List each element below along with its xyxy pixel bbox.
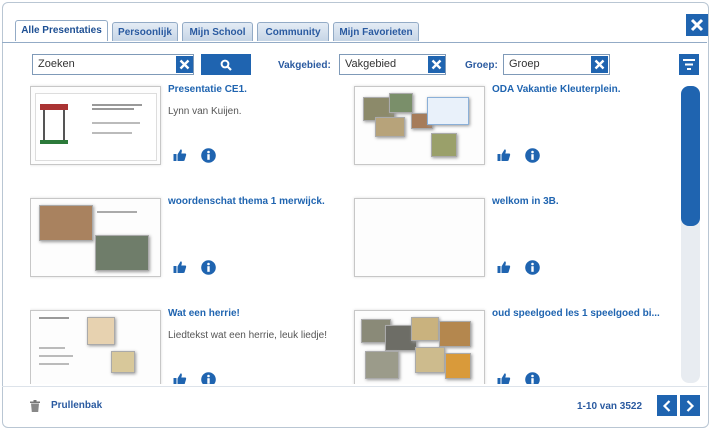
info-button[interactable] [524,371,540,384]
info-icon [200,371,216,384]
clear-icon [594,59,605,70]
next-page-button[interactable] [680,395,700,416]
tab-community[interactable]: Community [257,22,329,41]
like-button[interactable] [172,371,188,384]
thumbs-up-icon [497,149,511,161]
list-item[interactable]: woordenschat thema 1 merwijck. [30,194,352,306]
clear-groep-button[interactable] [591,56,608,73]
list-item[interactable]: Presentatie CE1. Lynn van Kuijen. [30,82,352,194]
close-button[interactable] [686,14,708,36]
thumbnail[interactable] [354,310,485,384]
presentation-list: Presentatie CE1. Lynn van Kuijen. ODA Va… [30,82,672,384]
like-button[interactable] [496,371,512,384]
like-button[interactable] [496,259,512,275]
list-item[interactable]: ODA Vakantie Kleuterplein. [354,82,672,194]
like-button[interactable] [496,147,512,163]
thumbnail[interactable] [354,86,485,165]
tab-persoonlijk[interactable]: Persoonlijk [112,22,178,41]
info-icon [524,259,540,275]
search-input[interactable]: Zoeken [32,54,194,75]
thumbnail[interactable] [30,310,161,384]
info-icon [524,371,540,384]
thumbnail[interactable] [354,198,485,277]
item-description: Liedtekst wat een herrie, leuk liedje! [168,330,327,341]
clear-icon [179,59,190,70]
item-title[interactable]: oud speelgoed les 1 speelgoed bi... [492,308,672,320]
info-icon [200,259,216,275]
groep-label: Groep: [465,60,498,71]
close-icon [690,18,704,32]
info-icon [200,147,216,163]
list-item[interactable]: welkom in 3B. [354,194,672,306]
info-button[interactable] [524,259,540,275]
list-item[interactable]: oud speelgoed les 1 speelgoed bi... [354,306,672,384]
tab-mijn-school[interactable]: Mijn School [182,22,253,41]
footer-divider [2,386,707,387]
item-title[interactable]: woordenschat thema 1 merwijck. [168,196,348,208]
vakgebied-label: Vakgebied: [278,60,331,71]
info-button[interactable] [524,147,540,163]
chevron-right-icon [686,399,695,412]
info-button[interactable] [200,147,216,163]
scrollbar-thumb[interactable] [681,86,700,226]
pagination-info: 1-10 van 3522 [577,401,643,412]
tab-mijn-favorieten[interactable]: Mijn Favorieten [333,22,419,41]
prev-page-button[interactable] [657,395,677,416]
menu-button[interactable] [679,54,699,75]
info-button[interactable] [200,259,216,275]
info-button[interactable] [200,371,216,384]
menu-icon [683,59,695,70]
thumbnail[interactable] [30,198,161,277]
thumbs-up-icon [173,373,187,384]
search-button[interactable] [201,54,251,75]
trash-link[interactable]: Prullenbak [51,400,102,411]
item-title[interactable]: ODA Vakantie Kleuterplein. [492,84,672,96]
tab-alle-presentaties[interactable]: Alle Presentaties [15,20,108,41]
thumbs-up-icon [497,373,511,384]
tab-divider [2,42,707,43]
item-title[interactable]: Wat een herrie! [168,308,348,320]
scrollbar-track[interactable] [681,86,700,383]
search-icon [220,59,232,71]
clear-icon [431,59,442,70]
thumbs-up-icon [173,149,187,161]
clear-vakgebied-button[interactable] [428,56,445,73]
trash-icon[interactable] [30,399,40,417]
thumbs-up-icon [497,261,511,273]
item-title[interactable]: welkom in 3B. [492,196,672,208]
like-button[interactable] [172,259,188,275]
clear-search-button[interactable] [176,56,193,73]
chevron-left-icon [662,399,671,412]
item-title[interactable]: Presentatie CE1. [168,84,348,96]
item-description: Lynn van Kuijen. [168,106,242,117]
like-button[interactable] [172,147,188,163]
thumbs-up-icon [173,261,187,273]
info-icon [524,147,540,163]
list-item[interactable]: Wat een herrie! Liedtekst wat een herrie… [30,306,352,384]
thumbnail[interactable] [30,86,161,165]
